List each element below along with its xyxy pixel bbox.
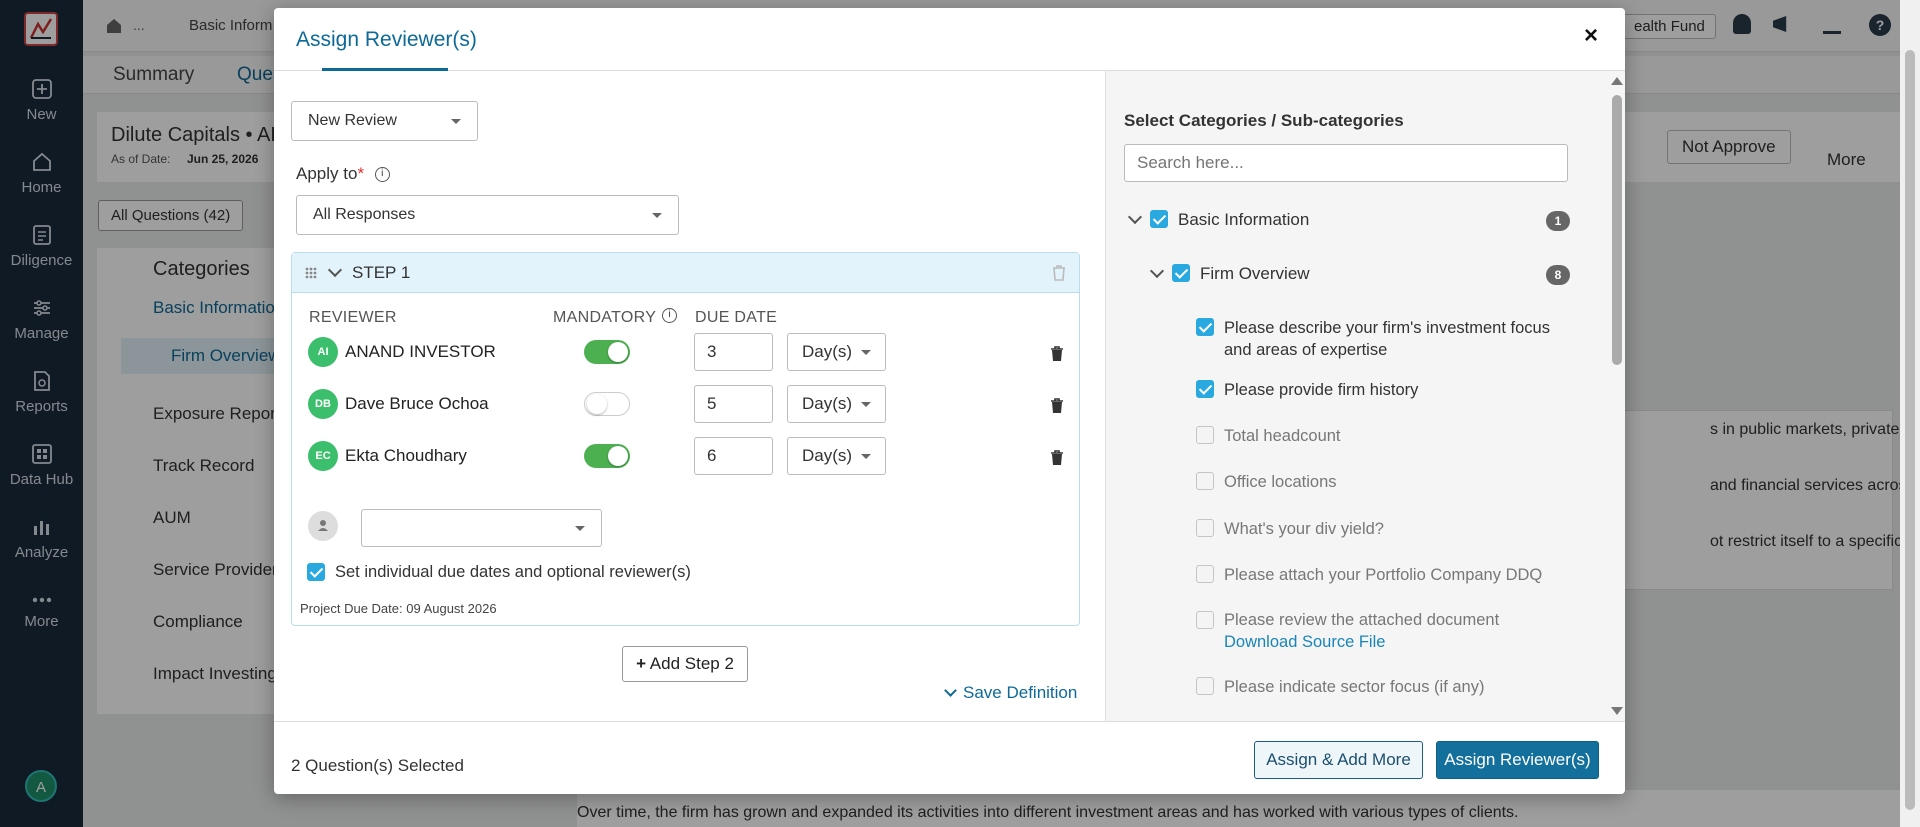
add-step-button[interactable]: + Add Step 2 — [622, 646, 748, 682]
step-1-panel: STEP 1 REVIEWER MANDATORY i DUE DATE AI … — [291, 252, 1080, 626]
question-line: Please describe your firm's investment f… — [1224, 319, 1550, 337]
project-due-date: Project Due Date: 09 August 2026 — [300, 601, 497, 616]
add-reviewer-dropdown[interactable] — [361, 509, 602, 547]
individual-due-label: Set individual due dates and optional re… — [335, 563, 691, 581]
column-mandatory: MANDATORY — [553, 309, 657, 326]
chevron-down-icon — [861, 453, 871, 459]
apply-to-label: Apply to — [296, 164, 358, 183]
due-days-input[interactable]: 3 — [694, 333, 773, 371]
due-unit-value: Day(s) — [802, 446, 853, 465]
chevron-down-icon[interactable] — [1127, 209, 1143, 225]
chevron-down-icon — [652, 212, 662, 218]
add-step-label: Add Step 2 — [649, 654, 734, 673]
question-text: Please provide firm history — [1224, 381, 1419, 399]
due-days-input[interactable]: 6 — [694, 437, 773, 475]
categories-selector-panel: Select Categories / Sub-categories Basic… — [1105, 71, 1625, 721]
chevron-down-icon[interactable] — [327, 262, 343, 278]
modal-title: Assign Reviewer(s) — [296, 28, 477, 51]
trash-icon[interactable] — [1050, 450, 1064, 466]
apply-to-dropdown[interactable]: All Responses — [296, 195, 679, 235]
category-search-input[interactable] — [1124, 144, 1568, 182]
question-text: What's your div yield? — [1224, 520, 1384, 538]
count-badge: 8 — [1546, 265, 1570, 285]
subcategory-label: Firm Overview — [1200, 264, 1310, 283]
question-text: Office locations — [1224, 473, 1337, 491]
close-icon[interactable]: × — [1584, 22, 1598, 50]
chevron-down-icon — [861, 401, 871, 407]
save-definition-label: Save Definition — [963, 683, 1078, 702]
question-checkbox[interactable] — [1196, 318, 1214, 336]
question-text: Please review the attached document Down… — [1224, 609, 1499, 653]
user-placeholder-icon — [308, 511, 338, 541]
chevron-down-icon — [944, 684, 957, 697]
category-checkbox[interactable] — [1150, 210, 1168, 228]
question-checkbox[interactable] — [1196, 565, 1214, 583]
page-scrollbar[interactable] — [1900, 0, 1920, 827]
due-days-input[interactable]: 5 — [694, 385, 773, 423]
count-badge: 1 — [1546, 211, 1570, 231]
due-unit-dropdown[interactable]: Day(s) — [787, 437, 886, 475]
reviewer-avatar: DB — [308, 389, 338, 419]
column-reviewer: REVIEWER — [309, 309, 397, 326]
trash-icon[interactable] — [1052, 265, 1066, 281]
question-text: Please describe your firm's investment f… — [1224, 317, 1550, 361]
active-tab-indicator — [322, 68, 448, 71]
due-unit-value: Day(s) — [802, 342, 853, 361]
individual-due-checkbox[interactable] — [307, 563, 325, 581]
chevron-down-icon[interactable] — [1149, 263, 1165, 279]
step-title: STEP 1 — [352, 263, 411, 282]
apply-to-label-wrap: Apply to* i — [296, 164, 390, 184]
scroll-down-icon[interactable] — [1611, 707, 1623, 715]
drag-handle-icon[interactable] — [304, 266, 318, 280]
question-checkbox[interactable] — [1196, 380, 1214, 398]
save-definition-link[interactable]: Save Definition — [944, 683, 1078, 703]
due-unit-dropdown[interactable]: Day(s) — [787, 333, 886, 371]
review-type-value: New Review — [308, 112, 397, 129]
mandatory-toggle[interactable] — [584, 340, 630, 364]
trash-icon[interactable] — [1050, 346, 1064, 362]
question-text: Total headcount — [1224, 427, 1341, 445]
info-icon[interactable]: i — [662, 308, 677, 323]
question-text: Please attach your Portfolio Company DDQ — [1224, 566, 1543, 584]
assign-add-more-button[interactable]: Assign & Add More — [1254, 741, 1423, 779]
question-line: Please review the attached document — [1224, 611, 1500, 629]
question-checkbox[interactable] — [1196, 611, 1214, 629]
mandatory-toggle[interactable] — [584, 444, 630, 468]
reviewer-name: Dave Bruce Ochoa — [345, 394, 489, 413]
due-unit-dropdown[interactable]: Day(s) — [787, 385, 886, 423]
step-header: STEP 1 — [292, 253, 1079, 293]
scrollbar[interactable] — [1608, 71, 1624, 721]
question-text: Please indicate sector focus (if any) — [1224, 678, 1485, 696]
reviewer-avatar: AI — [308, 337, 338, 367]
question-checkbox[interactable] — [1196, 519, 1214, 537]
selected-count: 2 Question(s) Selected — [291, 756, 464, 775]
question-line: and areas of expertise — [1224, 341, 1388, 359]
scroll-up-icon[interactable] — [1611, 77, 1623, 85]
mandatory-toggle[interactable] — [584, 392, 630, 416]
category-label: Basic Information — [1178, 210, 1310, 229]
question-checkbox[interactable] — [1196, 426, 1214, 444]
due-unit-value: Day(s) — [802, 394, 853, 413]
review-type-dropdown[interactable]: New Review — [291, 101, 478, 141]
required-marker: * — [357, 164, 365, 183]
subcategory-checkbox[interactable] — [1172, 264, 1190, 282]
reviewer-avatar: EC — [308, 441, 338, 471]
trash-icon[interactable] — [1050, 398, 1064, 414]
chevron-down-icon — [575, 525, 585, 531]
download-source-link[interactable]: Download Source File — [1224, 631, 1499, 653]
assign-reviewers-modal: Assign Reviewer(s) × New Review Apply to… — [274, 8, 1625, 794]
chevron-down-icon — [861, 349, 871, 355]
column-due-date: DUE DATE — [695, 309, 778, 326]
info-icon[interactable]: i — [374, 167, 390, 183]
selector-heading: Select Categories / Sub-categories — [1124, 111, 1404, 130]
reviewer-name: Ekta Choudhary — [345, 446, 467, 465]
scroll-thumb[interactable] — [1612, 95, 1622, 365]
assign-reviewers-button[interactable]: Assign Reviewer(s) — [1436, 741, 1599, 779]
question-checkbox[interactable] — [1196, 677, 1214, 695]
reviewer-name: ANAND INVESTOR — [345, 342, 496, 361]
apply-to-value: All Responses — [313, 206, 416, 223]
chevron-down-icon — [451, 118, 461, 124]
question-checkbox[interactable] — [1196, 472, 1214, 490]
page-scroll-thumb[interactable] — [1905, 50, 1915, 810]
